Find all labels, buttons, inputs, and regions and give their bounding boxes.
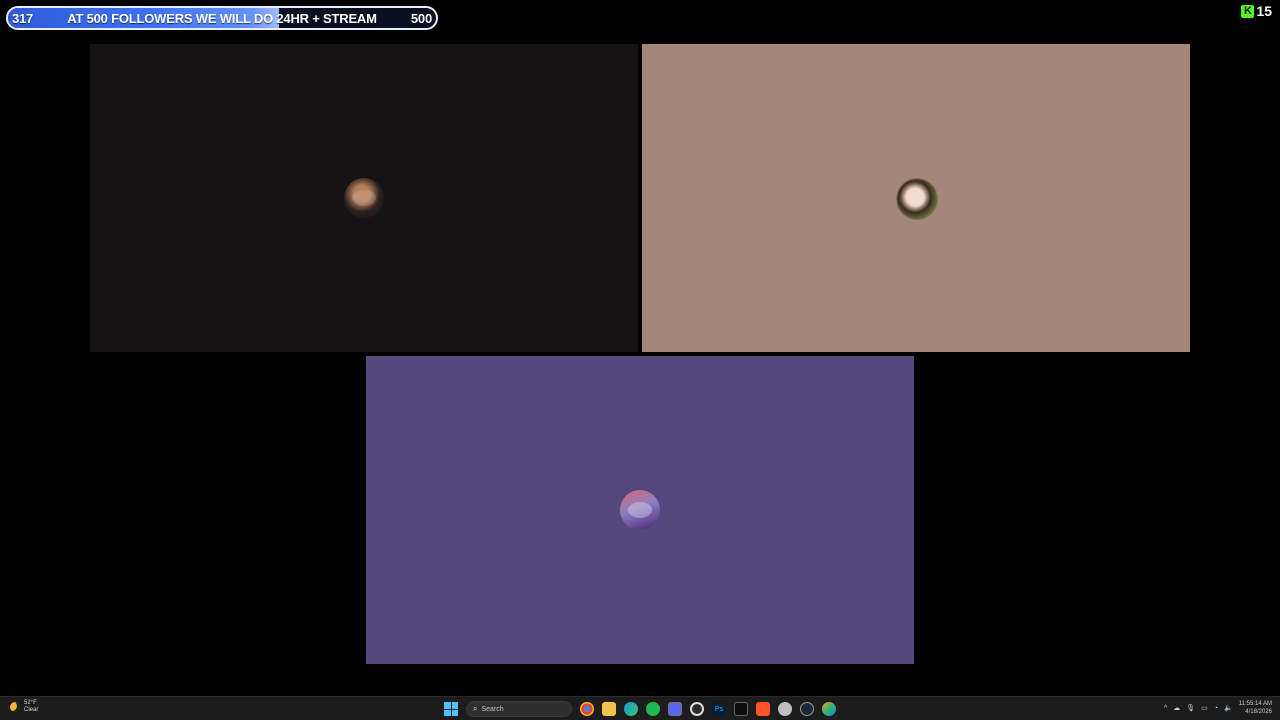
- network-icon[interactable]: ☁: [1173, 704, 1180, 712]
- user-avatar-icon: [896, 178, 938, 220]
- terminal-icon[interactable]: [734, 702, 748, 716]
- kick-logo-icon: K: [1241, 4, 1255, 18]
- discord-icon[interactable]: [668, 702, 682, 716]
- participant-tile-2[interactable]: [642, 44, 1190, 352]
- moon-icon: [10, 702, 20, 712]
- weather-desc: Clear: [24, 707, 39, 713]
- goal-target-count: 500: [410, 10, 432, 26]
- wifi-icon[interactable]: ◔: [1214, 705, 1218, 712]
- app-icon[interactable]: [778, 702, 792, 716]
- monitor-icon[interactable]: ▭: [1201, 704, 1208, 712]
- weather-temp: 52°F: [24, 700, 37, 706]
- spotify-icon[interactable]: [646, 702, 660, 716]
- follower-goal-bar: 317 AT 500 FOLLOWERS WE WILL DO 24HR + S…: [6, 6, 438, 30]
- edge-icon[interactable]: [624, 702, 638, 716]
- obs-icon[interactable]: [690, 702, 704, 716]
- search-placeholder: Search: [481, 705, 504, 713]
- file-explorer-icon[interactable]: [602, 702, 616, 716]
- taskbar-clock[interactable]: 11:55:14 AM 4/18/2026: [1239, 700, 1272, 716]
- microphone-icon[interactable]: 🎙: [1186, 704, 1195, 712]
- taskbar-apps: ⌕ Search Ps: [444, 701, 836, 717]
- steam-icon[interactable]: [800, 702, 814, 716]
- user-avatar-icon: [620, 490, 660, 530]
- brave-icon[interactable]: [756, 702, 770, 716]
- volume-icon[interactable]: 🔈: [1224, 704, 1233, 712]
- kick-viewer-count: K 15: [1241, 3, 1272, 19]
- viewer-count: 15: [1256, 3, 1272, 19]
- participant-tile-3[interactable]: [366, 356, 914, 664]
- clock-date: 4/18/2026: [1245, 709, 1272, 715]
- user-avatar-icon: [344, 178, 384, 218]
- browser-icon[interactable]: [822, 702, 836, 716]
- goal-title: AT 500 FOLLOWERS WE WILL DO 24HR + STREA…: [67, 10, 377, 26]
- windows-taskbar: 52°F Clear ⌕ Search Ps ^ ☁ 🎙 ▭ ◔ 🔈 11:55…: [0, 696, 1280, 720]
- system-tray: ^ ☁ 🎙 ▭ ◔ 🔈 11:55:14 AM 4/18/2026: [1164, 700, 1272, 716]
- participant-tile-1[interactable]: [90, 44, 638, 352]
- chrome-icon[interactable]: [580, 702, 594, 716]
- clock-time: 11:55:14 AM: [1238, 701, 1272, 707]
- windows-start-icon[interactable]: [444, 702, 458, 716]
- goal-current-count: 317: [12, 10, 34, 26]
- photoshop-icon[interactable]: Ps: [712, 702, 726, 716]
- taskbar-search[interactable]: ⌕ Search: [466, 701, 572, 717]
- chevron-up-icon[interactable]: ^: [1164, 705, 1167, 712]
- search-icon: ⌕: [473, 704, 478, 713]
- weather-widget[interactable]: 52°F Clear: [10, 700, 38, 714]
